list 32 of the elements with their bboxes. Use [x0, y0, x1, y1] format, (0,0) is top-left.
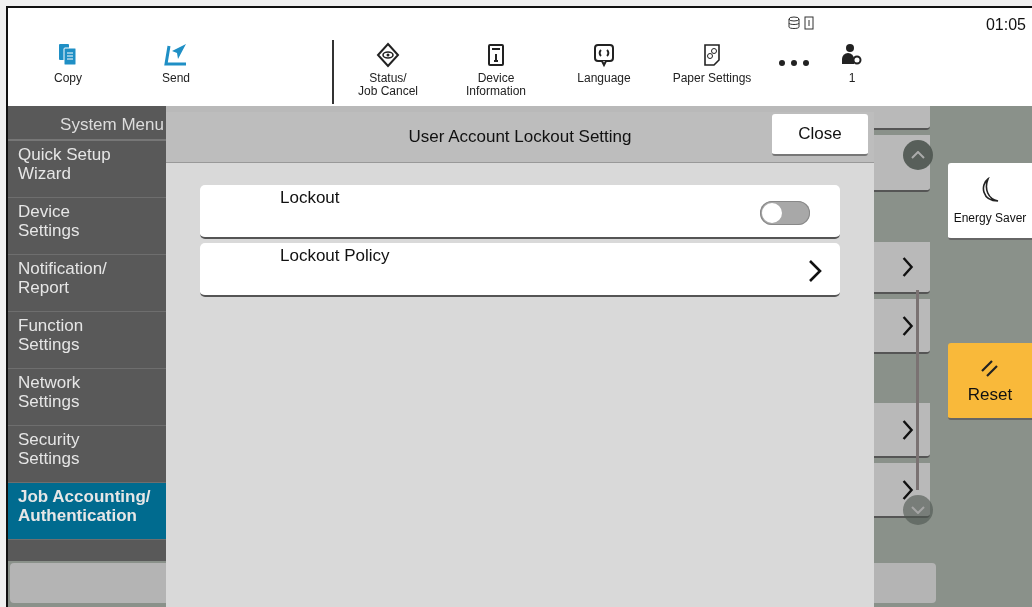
- storage-status-icon: [788, 16, 816, 30]
- reset-button[interactable]: Reset: [948, 343, 1032, 420]
- toolbar-button[interactable]: Paper Settings: [658, 8, 766, 106]
- toolbar-button[interactable]: Device Information: [442, 8, 550, 106]
- eye-diamond-icon: [376, 42, 400, 68]
- app-button[interactable]: Copy: [16, 8, 120, 106]
- send-icon: [164, 42, 188, 68]
- language-icon: [592, 42, 616, 68]
- toolbar-button[interactable]: Language: [550, 8, 658, 106]
- chevron-down-icon: [911, 506, 925, 514]
- chevron-right-icon: [900, 478, 914, 501]
- toggle-switch[interactable]: [760, 201, 810, 225]
- dialog-title: User Account Lockout Setting: [408, 127, 632, 147]
- toolbar-button[interactable]: 1: [822, 8, 882, 106]
- clock-time: 01:05: [985, 16, 1026, 34]
- close-button[interactable]: Close: [772, 114, 868, 156]
- chevron-right-icon: [900, 418, 914, 441]
- toolbar-button[interactable]: Status/ Job Cancel: [334, 8, 442, 106]
- app-button[interactable]: Send: [120, 8, 232, 106]
- scroll-down-button[interactable]: [903, 495, 933, 525]
- sidebar-item[interactable]: Job Accounting/ Authentication: [8, 483, 166, 540]
- chevron-up-icon: [911, 151, 925, 159]
- energy-saver-button[interactable]: Energy Saver: [948, 163, 1032, 240]
- scrollbar[interactable]: [916, 290, 919, 490]
- chevron-right-icon: [900, 256, 914, 278]
- setting-row[interactable]: Lockout Policy: [200, 243, 840, 297]
- setting-label: Lockout: [280, 188, 340, 208]
- more-icon: [779, 60, 809, 66]
- setting-row[interactable]: Lockout: [200, 185, 840, 239]
- chevron-right-icon: [808, 259, 822, 283]
- chevron-right-icon: [900, 314, 914, 337]
- setting-label: Lockout Policy: [280, 246, 390, 266]
